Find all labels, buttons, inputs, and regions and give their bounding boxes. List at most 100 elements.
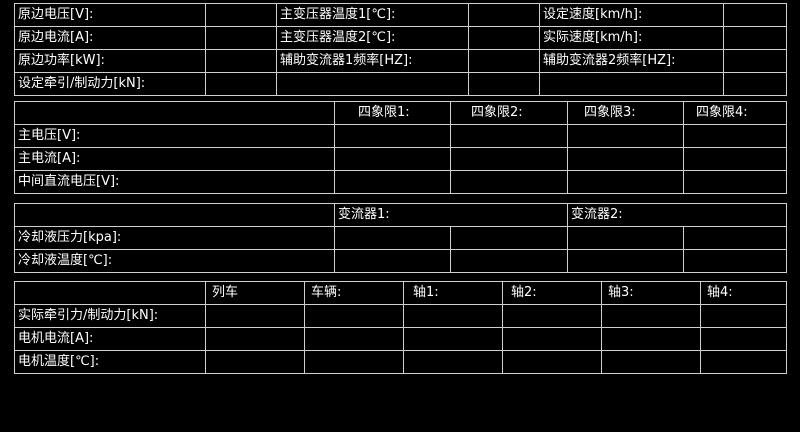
empty-cell [539, 72, 724, 96]
main-current-label: 主电流[A]: [14, 147, 335, 171]
value-cell [567, 147, 684, 171]
four-quadrant-table: 四象限1: 四象限2: 四象限3: 四象限4: 主电压[V]: 主电流[A]: … [14, 101, 787, 194]
value-cell [567, 249, 684, 273]
value-cell [601, 350, 701, 374]
value-cell [334, 249, 451, 273]
value-cell [683, 170, 787, 194]
header-axle-4: 轴4: [700, 281, 787, 305]
value-cell [334, 147, 451, 171]
value-cell [700, 327, 787, 351]
header-converter-1: 变流器1: [334, 203, 568, 227]
header-empty-cell [14, 203, 335, 227]
value-cell [334, 124, 451, 148]
table-row: 主电流[A]: [14, 147, 787, 171]
set-traction-force-label: 设定牵引/制动力[kN]: [14, 72, 206, 96]
empty-cell [723, 72, 787, 96]
header-empty-cell [14, 281, 206, 305]
header-label: 四象限1: [358, 105, 410, 120]
header-label: 轴2: [511, 285, 537, 300]
value-cell [205, 304, 305, 328]
primary-power-value [205, 49, 277, 73]
empty-cell [468, 72, 540, 96]
header-vehicle: 车辆: [304, 281, 404, 305]
aux-converter2-freq-value [723, 49, 787, 73]
value-cell [334, 226, 451, 250]
header-label: 变流器2: [571, 207, 623, 222]
primary-status-table: 原边电压[V]: 主变压器温度1[℃]: 设定速度[km/h]: 原边电流[A]… [14, 3, 787, 96]
value-cell [450, 226, 568, 250]
table-row: 冷却液温度[℃]: [14, 249, 787, 273]
set-speed-value [723, 3, 787, 27]
header-label: 轴1: [413, 285, 439, 300]
main-transformer-temp2-value [468, 26, 540, 50]
value-cell [683, 124, 787, 148]
motor-current-label: 电机电流[A]: [14, 327, 206, 351]
main-transformer-temp1-value [468, 3, 540, 27]
primary-voltage-label: 原边电压[V]: [14, 3, 206, 27]
value-cell [205, 327, 305, 351]
value-cell [502, 327, 602, 351]
value-cell [304, 304, 404, 328]
header-label: 四象限4: [696, 105, 748, 120]
actual-traction-force-label: 实际牵引力/制动力[kN]: [14, 304, 206, 328]
primary-voltage-value [205, 3, 277, 27]
value-cell [205, 350, 305, 374]
table-row: 冷却液压力[kpa]: [14, 226, 787, 250]
header-label: 车辆: [311, 285, 342, 300]
header-axle-1: 轴1: [403, 281, 503, 305]
converter-cooling-table: 变流器1: 变流器2: 冷却液压力[kpa]: 冷却液温度[℃]: [14, 203, 787, 273]
value-cell [601, 304, 701, 328]
value-cell [502, 350, 602, 374]
value-cell [450, 249, 568, 273]
actual-speed-label: 实际速度[km/h]: [539, 26, 724, 50]
coolant-pressure-label: 冷却液压力[kpa]: [14, 226, 335, 250]
table-row: 电机温度[℃]: [14, 350, 787, 374]
table-row: 电机电流[A]: [14, 327, 787, 351]
value-cell [700, 304, 787, 328]
primary-power-label: 原边功率[kW]: [14, 49, 206, 73]
value-cell [567, 226, 684, 250]
main-voltage-label: 主电压[V]: [14, 124, 335, 148]
header-converter-2: 变流器2: [567, 203, 787, 227]
header-four-quadrant-2: 四象限2: [450, 101, 568, 125]
actual-speed-value [723, 26, 787, 50]
header-four-quadrant-1: 四象限1: [334, 101, 451, 125]
value-cell [683, 226, 787, 250]
header-train: 列车 [205, 281, 305, 305]
value-cell [700, 350, 787, 374]
value-cell [304, 350, 404, 374]
header-label: 轴4: [707, 285, 733, 300]
value-cell [334, 170, 451, 194]
value-cell [403, 304, 503, 328]
value-cell [450, 170, 568, 194]
header-label: 四象限3: [584, 105, 636, 120]
value-cell [403, 350, 503, 374]
primary-current-value [205, 26, 277, 50]
empty-cell [276, 72, 469, 96]
header-label: 四象限2: [471, 105, 523, 120]
header-label: 变流器1: [338, 207, 390, 222]
table-row: 中间直流电压[V]: [14, 170, 787, 194]
value-cell [601, 327, 701, 351]
value-cell [567, 124, 684, 148]
header-axle-3: 轴3: [601, 281, 701, 305]
main-transformer-temp1-label: 主变压器温度1[℃]: [276, 3, 469, 27]
primary-current-label: 原边电流[A]: [14, 26, 206, 50]
dc-link-voltage-label: 中间直流电压[V]: [14, 170, 335, 194]
header-four-quadrant-4: 四象限4: [683, 101, 787, 125]
coolant-temperature-label: 冷却液温度[℃]: [14, 249, 335, 273]
header-four-quadrant-3: 四象限3: [567, 101, 684, 125]
table-row: 实际牵引力/制动力[kN]: [14, 304, 787, 328]
aux-converter1-freq-value [468, 49, 540, 73]
aux-converter2-freq-label: 辅助变流器2频率[HZ]: [539, 49, 724, 73]
set-speed-label: 设定速度[km/h]: [539, 3, 724, 27]
aux-converter1-freq-label: 辅助变流器1频率[HZ]: [276, 49, 469, 73]
motor-temperature-label: 电机温度[℃]: [14, 350, 206, 374]
value-cell [304, 327, 404, 351]
header-axle-2: 轴2: [502, 281, 602, 305]
value-cell [567, 170, 684, 194]
value-cell [683, 249, 787, 273]
value-cell [683, 147, 787, 171]
header-empty-cell [14, 101, 335, 125]
header-label: 轴3: [608, 285, 634, 300]
